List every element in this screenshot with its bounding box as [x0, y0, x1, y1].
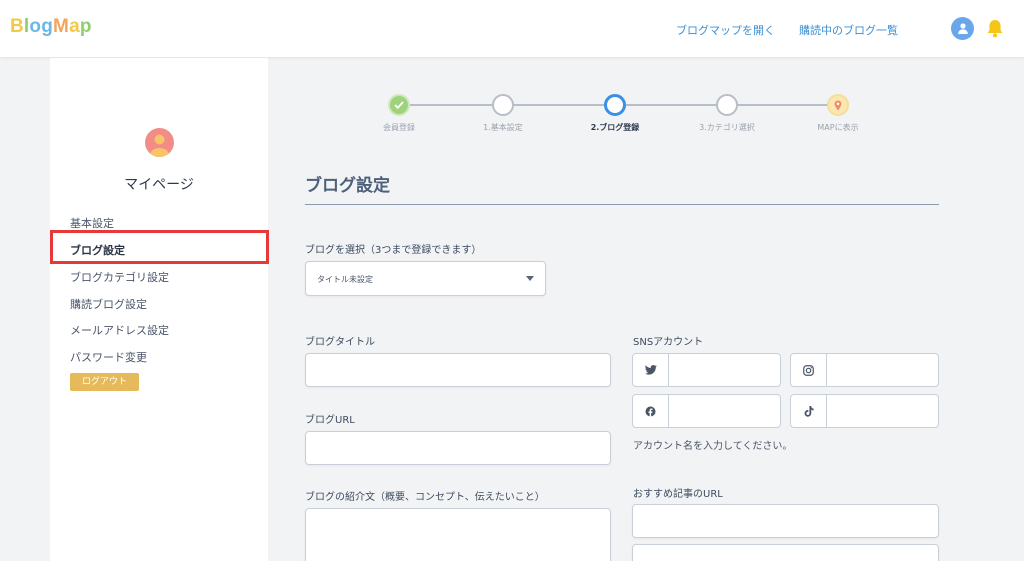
sns-instagram-field[interactable]	[790, 353, 939, 387]
step-dot-blog-registration	[604, 94, 626, 116]
logo-letter: g	[41, 16, 54, 37]
checkmark-icon	[394, 101, 404, 109]
blog-intro-textarea[interactable]	[305, 508, 611, 561]
logo-letter: o	[29, 16, 42, 37]
chevron-down-icon	[526, 276, 534, 281]
sns-accounts-label: SNSアカウント	[633, 337, 704, 348]
sidebar-item-subscribed-blog-settings[interactable]: 購読ブログ設定	[70, 296, 147, 312]
instagram-icon	[791, 354, 827, 386]
sns-hint-text: アカウント名を入力してください。	[633, 441, 793, 452]
top-header: BlogMap ブログマップを開く 購読中のブログ一覧	[0, 0, 1024, 57]
blog-title-input[interactable]	[305, 353, 611, 387]
map-pin-icon	[834, 100, 842, 110]
recommended-article-url-input-2[interactable]	[632, 544, 939, 561]
step-label-blog-registration: 2.ブログ登録	[590, 123, 640, 132]
twitter-icon	[633, 354, 669, 386]
section-divider	[305, 204, 939, 205]
blog-select-label: ブログを選択（3つまで登録できます）	[305, 245, 482, 256]
profile-avatar	[145, 128, 174, 157]
mypage-sidebar: マイページ 基本設定 ブログ設定 ブログカテゴリ設定 購読ブログ設定 メールアド…	[50, 58, 269, 561]
sidebar-item-blog-category-settings[interactable]: ブログカテゴリ設定	[70, 269, 169, 285]
blog-intro-label: ブログの紹介文（概要、コンセプト、伝えたいこと）	[305, 492, 545, 503]
tiktok-icon	[791, 395, 827, 427]
sns-tiktok-field[interactable]	[790, 394, 939, 428]
open-blog-map-link[interactable]: ブログマップを開く	[676, 22, 775, 38]
sidebar-item-email-settings[interactable]: メールアドレス設定	[70, 322, 169, 338]
sns-facebook-field[interactable]	[632, 394, 781, 428]
user-avatar-icon[interactable]	[951, 17, 974, 40]
logo-letter: p	[79, 16, 92, 37]
logo-letter: B	[10, 16, 24, 37]
logout-button[interactable]: ログアウト	[70, 373, 139, 391]
step-dot-category-selection	[716, 94, 738, 116]
step-dot-member-registration	[388, 94, 410, 116]
blog-select-dropdown[interactable]: タイトル未設定	[305, 261, 546, 296]
blog-select-value: タイトル未設定	[317, 275, 373, 284]
step-label-category-selection: 3.カテゴリ選択	[699, 123, 755, 132]
step-label-basic-settings: 1.基本設定	[483, 123, 523, 132]
recommended-articles-label: おすすめ記事のURL	[633, 489, 723, 500]
blog-url-input[interactable]	[305, 431, 611, 465]
logo-letter: M	[53, 16, 70, 37]
blog-url-label: ブログURL	[305, 415, 355, 426]
sidebar-item-password-change[interactable]: パスワード変更	[70, 349, 147, 365]
section-title: ブログ設定	[305, 176, 390, 196]
active-item-highlight	[50, 230, 269, 264]
logo-letter: a	[69, 16, 80, 37]
bell-icon[interactable]	[985, 18, 1005, 39]
sidebar-item-basic-settings[interactable]: 基本設定	[70, 215, 114, 231]
recommended-article-url-input-1[interactable]	[632, 504, 939, 538]
mypage-title: マイページ	[124, 177, 194, 193]
step-dot-basic-settings	[492, 94, 514, 116]
step-label-show-on-map: MAPに表示	[817, 123, 859, 132]
step-label-member-registration: 会員登録	[383, 123, 415, 132]
step-dot-show-on-map	[827, 94, 849, 116]
facebook-icon	[633, 395, 669, 427]
sns-twitter-field[interactable]	[632, 353, 781, 387]
blog-title-label: ブログタイトル	[305, 337, 375, 348]
subscribed-blogs-link[interactable]: 購読中のブログ一覧	[799, 22, 898, 38]
blogmap-logo[interactable]: BlogMap	[10, 16, 92, 38]
